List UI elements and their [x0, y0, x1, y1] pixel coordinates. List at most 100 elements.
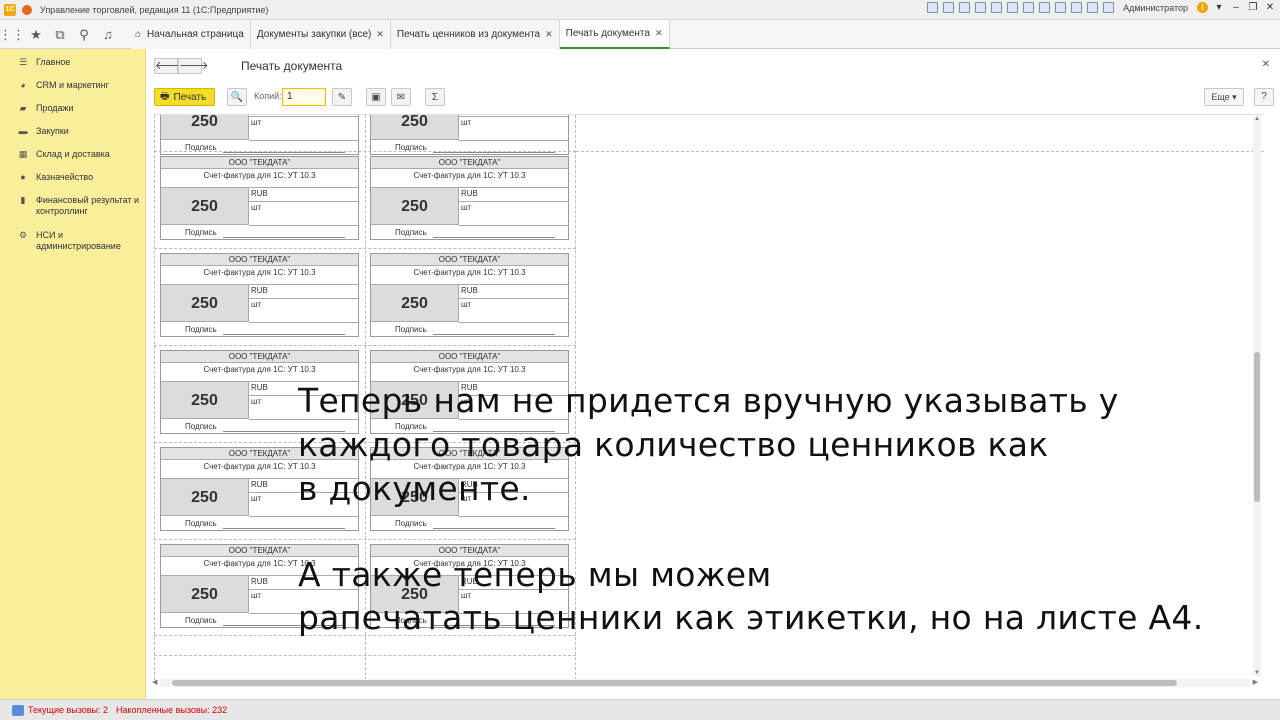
print-button[interactable]: 🖶 Печать — [154, 88, 215, 106]
tag-currency: RUB — [251, 480, 268, 489]
print-icon[interactable] — [943, 2, 955, 13]
calendar-icon[interactable] — [1023, 2, 1035, 13]
tag-org: ООО "ТЕКДАТА" — [161, 254, 358, 266]
tag-signature-line — [223, 528, 345, 529]
save-icon[interactable] — [927, 2, 939, 13]
tag-divider — [459, 116, 568, 117]
tag-signature-label: Подпись — [395, 519, 427, 528]
window-list-icon[interactable] — [1103, 2, 1115, 13]
sidebar-item-purchases[interactable]: ▬ Закупки — [0, 126, 146, 137]
tag-currency: RUB — [251, 189, 268, 198]
caption-line: каждого товара количество ценников как — [298, 425, 1049, 464]
more-button[interactable]: Еще ▾ — [1204, 88, 1244, 106]
tab-close-icon[interactable]: ✕ — [655, 28, 663, 39]
sidebar-item-admin[interactable]: ⚙ НСИ и администрирование — [0, 230, 146, 252]
tab-print-document[interactable]: Печать документа ✕ — [559, 20, 670, 49]
tag-signature-label: Подпись — [185, 228, 217, 237]
tag-unit: шт — [251, 203, 262, 212]
copies-input[interactable]: 1 — [282, 88, 326, 106]
form-close-icon[interactable]: ✕ — [1262, 59, 1270, 70]
tag-currency: RUB — [251, 577, 268, 586]
copies-label: Копий: — [254, 91, 282, 101]
sidebar-item-warehouse[interactable]: ▦ Склад и доставка — [0, 149, 146, 160]
notification-bell-icon[interactable]: ♫ — [96, 20, 120, 49]
price-tag: ООО "ТЕКДАТА"Счет-фактура для 1С: УТ 10.… — [160, 115, 359, 155]
tag-unit: шт — [251, 591, 262, 600]
search-icon[interactable]: ⚲ — [72, 20, 96, 49]
tag-divider — [249, 140, 358, 141]
tag-divider — [459, 298, 568, 299]
tab-close-icon[interactable]: ✕ — [545, 29, 553, 40]
main-menu-icon[interactable] — [22, 4, 32, 15]
apps-grid-icon[interactable]: ⋮⋮ — [0, 20, 25, 49]
edit-button[interactable]: ✎ — [332, 88, 352, 106]
download-icon[interactable] — [991, 2, 1003, 13]
tab-price-tags-print[interactable]: Печать ценников из документа ✕ — [390, 20, 560, 49]
sidebar-item-main[interactable]: ☰ Главное — [0, 57, 146, 68]
scroll-right-icon[interactable]: ▶ — [1253, 678, 1258, 686]
tag-currency: RUB — [461, 286, 478, 295]
performance-icon[interactable] — [12, 704, 24, 716]
tag-signature-line — [223, 152, 345, 153]
menu-dropdown-icon[interactable]: ▾ — [1213, 2, 1225, 13]
tag-divider — [459, 516, 568, 517]
caption-line: рапечатать ценники как этикетки, но на л… — [298, 598, 1204, 637]
tag-signature-label: Подпись — [185, 422, 217, 431]
back-button[interactable]: 🡐 — [154, 58, 185, 74]
current-calls: Текущие вызовы: 2 — [28, 705, 109, 715]
sidebar-item-finance[interactable]: ▮ Финансовый результат и контроллинг — [0, 195, 146, 217]
restore-icon[interactable]: ❐ — [1247, 2, 1259, 13]
notes-icon[interactable] — [1071, 2, 1083, 13]
crm-icon: ◕ — [20, 80, 26, 90]
help-button[interactable]: ? — [1254, 88, 1274, 106]
tag-signature-line — [433, 334, 555, 335]
cart-icon: ▬ — [18, 126, 28, 136]
tab-close-icon[interactable]: ✕ — [376, 29, 384, 40]
accumulated-calls: Накопленные вызовы: 232 — [116, 705, 228, 715]
history-icon[interactable] — [975, 2, 987, 13]
tag-unit: шт — [251, 118, 262, 127]
calculator-icon[interactable] — [1039, 2, 1051, 13]
send-button[interactable]: ✉ — [391, 88, 411, 106]
sidebar-item-treasury[interactable]: ● Казначейство — [0, 172, 146, 183]
price-tag: ООО "ТЕКДАТА"Счет-фактура для 1С: УТ 10.… — [160, 156, 359, 240]
tab-purchase-documents[interactable]: Документы закупки (все) ✕ — [250, 20, 391, 49]
tag-divider — [249, 116, 358, 117]
tag-divider — [459, 322, 568, 323]
sidebar-item-crm[interactable]: ◕ CRM и маркетинг — [0, 80, 146, 91]
preview-icon[interactable] — [959, 2, 971, 13]
current-user[interactable]: Администратор — [1123, 3, 1188, 13]
window-titlebar: 1С Управление торговлей, редакция 11 (1С… — [0, 0, 1280, 20]
save-button[interactable]: ▣ — [366, 88, 386, 106]
menu-lines-icon: ☰ — [18, 57, 28, 67]
tab-home[interactable]: ⌂ Начальная страница — [131, 20, 251, 49]
status-bar: Текущие вызовы: 2 Накопленные вызовы: 23… — [0, 699, 1280, 720]
sidebar-item-sales[interactable]: ▰ Продажи — [0, 103, 146, 114]
close-icon[interactable]: ✕ — [1264, 2, 1276, 13]
tag-description: Счет-фактура для 1С: УТ 10.3 — [371, 169, 568, 188]
minimize-icon[interactable]: – — [1230, 2, 1242, 13]
caption-line: Теперь нам не придется вручную указывать… — [298, 381, 1119, 420]
scroll-thumb[interactable] — [172, 680, 1177, 686]
caption-line: в документе. — [298, 469, 531, 508]
horizontal-scrollbar[interactable]: ◀ ▶ — [152, 679, 1258, 687]
info-icon[interactable]: i — [1197, 2, 1208, 13]
price-tag: ООО "ТЕКДАТА"Счет-фактура для 1С: УТ 10.… — [370, 253, 569, 337]
tag-signature-label: Подпись — [185, 616, 217, 625]
link-icon[interactable] — [1055, 2, 1067, 13]
compare-icon[interactable] — [1007, 2, 1019, 13]
forward-button[interactable]: 🡒 — [178, 58, 209, 74]
preview-button[interactable]: 🔍 — [227, 88, 247, 106]
tag-org: ООО "ТЕКДАТА" — [371, 254, 568, 266]
scroll-up-icon[interactable]: ▲ — [1253, 116, 1261, 122]
tag-signature-label: Подпись — [185, 519, 217, 528]
tag-org: ООО "ТЕКДАТА" — [161, 351, 358, 363]
search-icon[interactable] — [1087, 2, 1099, 13]
cut-line — [154, 115, 155, 680]
sum-button[interactable]: Σ — [425, 88, 445, 106]
scroll-left-icon[interactable]: ◀ — [152, 678, 157, 686]
history-clock-icon[interactable]: ⧉ — [48, 20, 72, 49]
scroll-down-icon[interactable]: ▼ — [1253, 670, 1261, 676]
tag-currency: RUB — [251, 286, 268, 295]
favorites-star-icon[interactable]: ★ — [24, 20, 48, 49]
